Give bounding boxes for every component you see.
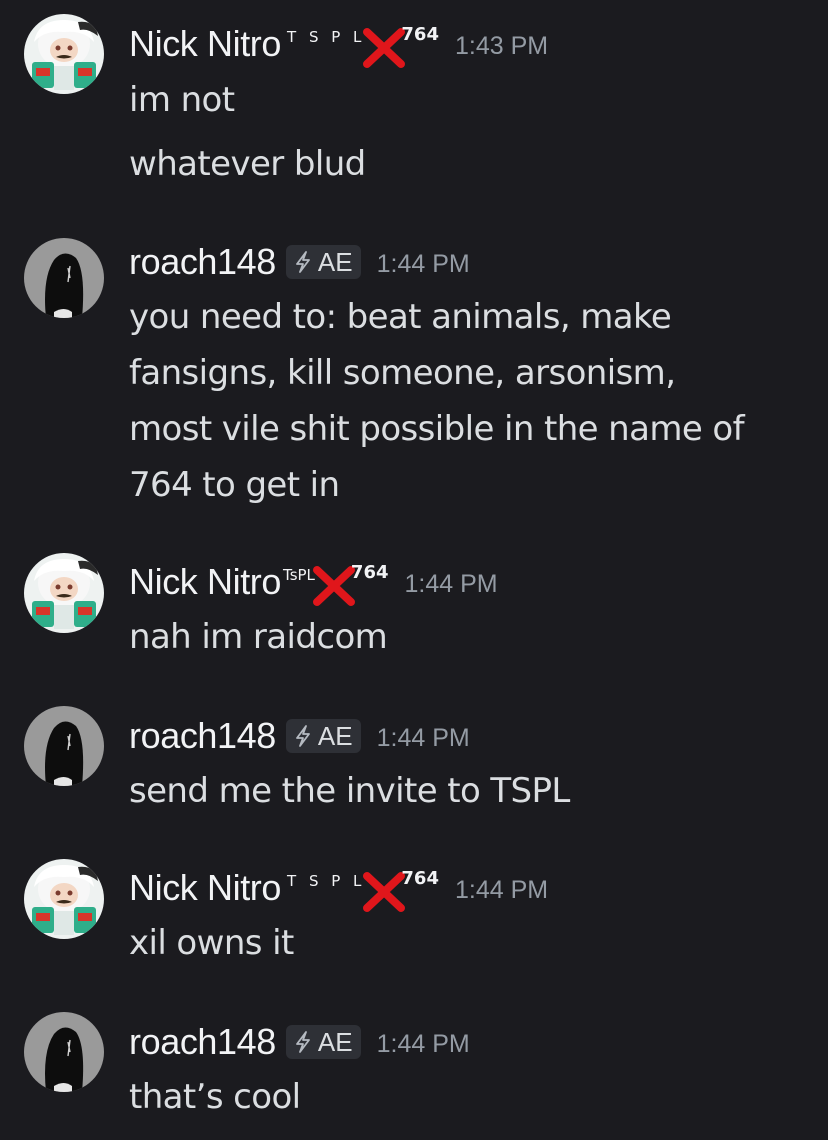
message-text: send me the invite to TSPL xyxy=(129,771,570,811)
message-text: im not xyxy=(129,80,235,120)
dark-hooded-figure-avatar-icon xyxy=(24,706,104,786)
user-avatar[interactable] xyxy=(24,1012,104,1092)
message-header: roach148 AE 1:44 PM xyxy=(129,240,470,284)
user-avatar[interactable] xyxy=(24,14,104,94)
timestamp: 1:44 PM xyxy=(454,875,549,904)
username[interactable]: Nick Nitro xyxy=(129,867,281,909)
username[interactable]: roach148 xyxy=(129,241,276,283)
badge-label: AE xyxy=(317,1026,353,1057)
user-avatar[interactable] xyxy=(24,553,104,633)
anime-character-avatar-icon xyxy=(24,553,104,633)
message-text: most vile shit possible in the name of xyxy=(129,409,745,449)
message-header: roach148 AE 1:44 PM xyxy=(129,714,470,758)
badge-label: AE xyxy=(317,246,353,277)
badge-label: AE xyxy=(317,720,353,751)
role-badge[interactable]: AE xyxy=(285,1025,361,1059)
clan-tag: T S P L xyxy=(287,28,366,46)
message-text: fansigns, kill someone, arsonism, xyxy=(129,353,676,393)
lightning-bolt-icon xyxy=(296,251,310,273)
timestamp: 1:44 PM xyxy=(376,723,470,752)
lightning-bolt-icon xyxy=(296,1031,310,1053)
username[interactable]: Nick Nitro xyxy=(129,561,281,603)
role-badge[interactable]: AE xyxy=(285,719,361,753)
message-header: Nick Nitro T S P L 764 1:44 PM xyxy=(129,866,549,912)
anime-character-avatar-icon xyxy=(24,859,104,939)
user-avatar[interactable] xyxy=(24,859,104,939)
message-text: you need to: beat animals, make xyxy=(129,297,672,337)
user-avatar[interactable] xyxy=(24,238,104,318)
tag-number: 764 xyxy=(401,23,439,45)
message-header: Nick Nitro TsPL 764 1:44 PM xyxy=(129,560,498,606)
clan-tag: T S P L xyxy=(287,872,366,890)
username[interactable]: roach148 xyxy=(129,715,276,757)
role-badge[interactable]: AE xyxy=(285,245,361,279)
message-header: Nick Nitro T S P L 764 1:43 PM xyxy=(129,22,549,68)
dark-hooded-figure-avatar-icon xyxy=(24,1012,104,1092)
message-text: that’s cool xyxy=(129,1077,301,1117)
anime-character-avatar-icon xyxy=(24,14,104,94)
message-text: 764 to get in xyxy=(129,465,340,505)
timestamp: 1:43 PM xyxy=(454,31,549,60)
tag-number: 764 xyxy=(350,561,389,583)
user-avatar[interactable] xyxy=(24,706,104,786)
message-text: nah im raidcom xyxy=(129,617,388,657)
timestamp: 1:44 PM xyxy=(376,1029,470,1058)
message-text: whatever blud xyxy=(129,144,366,184)
timestamp: 1:44 PM xyxy=(404,569,498,598)
message-text: xil owns it xyxy=(129,923,294,963)
dark-hooded-figure-avatar-icon xyxy=(24,238,104,318)
lightning-bolt-icon xyxy=(296,725,310,747)
username[interactable]: Nick Nitro xyxy=(129,23,281,65)
timestamp: 1:44 PM xyxy=(376,249,470,278)
message-header: roach148 AE 1:44 PM xyxy=(129,1020,470,1064)
tag-number: 764 xyxy=(401,867,439,889)
username[interactable]: roach148 xyxy=(129,1021,276,1063)
